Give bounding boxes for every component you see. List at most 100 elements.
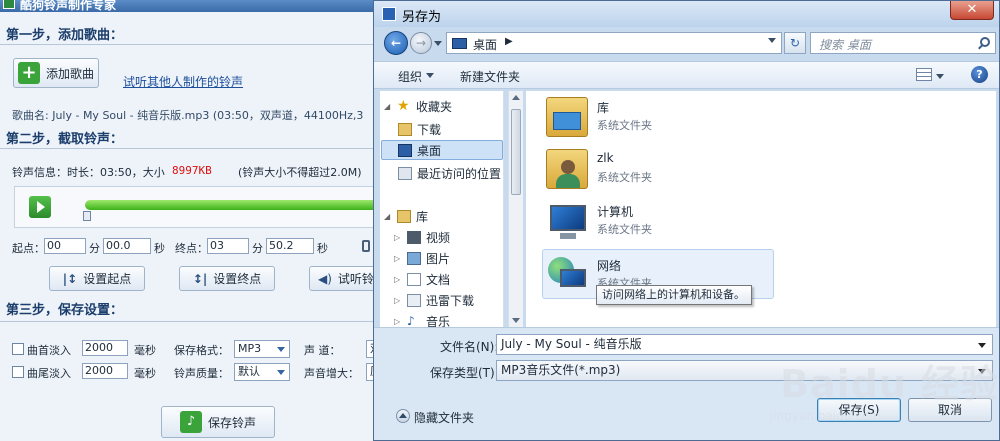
back-button[interactable]: ← bbox=[384, 31, 408, 55]
set-end-button[interactable]: ↕| 设置终点 bbox=[179, 266, 275, 291]
computer-icon bbox=[546, 201, 588, 241]
fade-out-label: 曲尾淡入 bbox=[27, 367, 71, 380]
address-bar[interactable]: 桌面 ▶ bbox=[446, 32, 782, 54]
file-type: 系统文件夹 bbox=[597, 119, 652, 132]
scroll-down-icon[interactable] bbox=[512, 318, 520, 323]
nav-label: 图片 bbox=[426, 251, 451, 266]
nav-label: 文档 bbox=[426, 272, 451, 287]
ringtone-info-label: 铃声信息：时长：03:50，大小 bbox=[12, 166, 165, 179]
nav-item-desktop[interactable]: 桌面 bbox=[398, 141, 441, 159]
view-dropdown-icon[interactable] bbox=[936, 74, 944, 79]
set-end-label: 设置终点 bbox=[213, 272, 262, 286]
format-select[interactable]: MP3 bbox=[234, 340, 290, 358]
preview-label: 试听铃 bbox=[337, 272, 374, 286]
preview-ringtone-button[interactable]: ◀) 试听铃 bbox=[309, 266, 379, 291]
file-item-computer[interactable]: 计算机 系统文件夹 bbox=[542, 197, 772, 245]
expand-icon[interactable]: ▷ bbox=[394, 233, 402, 242]
history-dropdown-icon[interactable] bbox=[434, 41, 442, 46]
fade-in-checkbox[interactable] bbox=[12, 343, 24, 355]
library-badge-icon bbox=[553, 112, 581, 130]
expand-icon[interactable]: ▷ bbox=[394, 275, 402, 284]
play-button[interactable] bbox=[29, 196, 51, 218]
collapse-up-icon[interactable] bbox=[396, 409, 410, 423]
hide-folders-toggle[interactable]: 隐藏文件夹 bbox=[414, 409, 474, 426]
nav-item-downloads[interactable]: 下载 bbox=[398, 120, 441, 138]
nav-item-thunder[interactable]: ▷ 迅雷下载 bbox=[394, 291, 474, 309]
nav-item-music[interactable]: ▷ ♪ 音乐 bbox=[394, 312, 450, 327]
file-item-library[interactable]: 库 系统文件夹 bbox=[542, 93, 772, 141]
selection-bar[interactable] bbox=[85, 200, 376, 210]
file-item-user[interactable]: zlk 系统文件夹 bbox=[542, 145, 772, 193]
set-start-icon: |↕ bbox=[62, 271, 78, 286]
nav-scrollbar[interactable] bbox=[508, 91, 523, 327]
address-dropdown-icon[interactable] bbox=[768, 38, 776, 43]
scroll-up-icon[interactable] bbox=[512, 95, 520, 100]
filename-input[interactable]: July - My Soul - 纯音乐版 bbox=[496, 334, 993, 355]
cancel-button[interactable]: 取消 bbox=[908, 398, 992, 422]
command-toolbar: 组织 新建文件夹 bbox=[374, 61, 999, 89]
divider bbox=[0, 321, 375, 322]
minute-unit: 分 bbox=[89, 242, 100, 255]
add-song-label: 添加歌曲 bbox=[45, 66, 94, 81]
ms-unit: 毫秒 bbox=[134, 344, 156, 357]
save-button[interactable]: 保存(S) bbox=[817, 398, 901, 422]
help-icon[interactable]: ? bbox=[971, 66, 988, 83]
refresh-button[interactable]: ↻ bbox=[784, 32, 806, 54]
filetype-label: 保存类型(T): bbox=[430, 366, 499, 380]
user-folder-icon bbox=[546, 149, 588, 189]
search-input[interactable]: 搜索 桌面 bbox=[810, 32, 996, 54]
breadcrumb-arrow-icon[interactable]: ▶ bbox=[505, 36, 513, 47]
ringtone-maker-window: 酷狗铃声制作专家 第一步，添加歌曲： + 添加歌曲 试听其他人制作的铃声 歌曲名… bbox=[0, 0, 386, 441]
volume-label: 声音增大： bbox=[304, 367, 359, 380]
expand-icon[interactable]: ▷ bbox=[394, 296, 402, 305]
collapse-icon[interactable]: ◢ bbox=[384, 102, 392, 111]
start-minute-input[interactable]: 00 bbox=[44, 238, 86, 254]
fade-out-input[interactable]: 2000 bbox=[82, 363, 128, 379]
start-second-input[interactable]: 00.0 bbox=[103, 238, 151, 254]
monitor-icon bbox=[550, 205, 586, 231]
nav-item-videos[interactable]: ▷ 视频 bbox=[394, 228, 450, 246]
filetype-select[interactable]: MP3音乐文件(*.mp3) bbox=[496, 360, 993, 381]
preview-others-link[interactable]: 试听其他人制作的铃声 bbox=[123, 73, 243, 90]
loop-icon[interactable] bbox=[362, 240, 370, 252]
expand-icon[interactable]: ▷ bbox=[394, 254, 402, 263]
forward-button[interactable]: → bbox=[410, 32, 432, 54]
video-library-icon bbox=[407, 230, 421, 244]
fade-in-input[interactable]: 2000 bbox=[82, 340, 128, 356]
song-info: 歌曲名: July - My Soul - 纯音乐版.mp3 (03:50，双声… bbox=[12, 109, 364, 122]
end-second-input[interactable]: 50.2 bbox=[266, 238, 314, 254]
monitor-stand-icon bbox=[560, 233, 576, 239]
music-note-icon: ♪ bbox=[179, 411, 202, 433]
star-icon: ★ bbox=[397, 97, 410, 114]
end-minute-input[interactable]: 03 bbox=[207, 238, 249, 254]
nav-label: 库 bbox=[416, 209, 429, 224]
network-icon bbox=[546, 255, 588, 295]
nav-item-documents[interactable]: ▷ 文档 bbox=[394, 270, 450, 288]
step1-heading: 第一步，添加歌曲： bbox=[6, 28, 124, 43]
picture-library-icon bbox=[407, 251, 421, 265]
nav-label: 桌面 bbox=[417, 143, 442, 158]
set-start-button[interactable]: |↕ 设置起点 bbox=[49, 266, 145, 291]
fade-out-checkbox[interactable] bbox=[12, 366, 24, 378]
organize-menu[interactable]: 组织 bbox=[398, 68, 435, 85]
second-unit: 秒 bbox=[317, 242, 328, 255]
add-song-button[interactable]: + 添加歌曲 bbox=[13, 58, 99, 88]
nav-item-libraries[interactable]: ◢ 库 bbox=[384, 207, 428, 225]
expand-icon[interactable]: ▷ bbox=[394, 317, 402, 326]
nav-item-recent[interactable]: 最近访问的位置 bbox=[398, 164, 501, 182]
close-button[interactable]: ✕ bbox=[950, 1, 994, 20]
quality-select[interactable]: 默认 bbox=[234, 363, 290, 381]
scroll-thumb[interactable] bbox=[511, 109, 521, 195]
step2-heading: 第二步，截取铃声： bbox=[6, 132, 124, 147]
nav-item-favorites[interactable]: ◢ ★ 收藏夹 bbox=[384, 97, 452, 115]
file-type: 系统文件夹 bbox=[597, 171, 652, 184]
save-ringtone-button[interactable]: ♪ 保存铃声 bbox=[161, 406, 275, 438]
collapse-icon[interactable]: ◢ bbox=[384, 212, 392, 221]
view-options-icon[interactable] bbox=[916, 68, 932, 81]
minute-unit: 分 bbox=[252, 242, 263, 255]
new-folder-button[interactable]: 新建文件夹 bbox=[460, 68, 520, 85]
nav-item-pictures[interactable]: ▷ 图片 bbox=[394, 249, 450, 267]
start-handle[interactable] bbox=[83, 211, 91, 221]
divider bbox=[0, 148, 375, 149]
nav-label: 视频 bbox=[426, 230, 451, 245]
